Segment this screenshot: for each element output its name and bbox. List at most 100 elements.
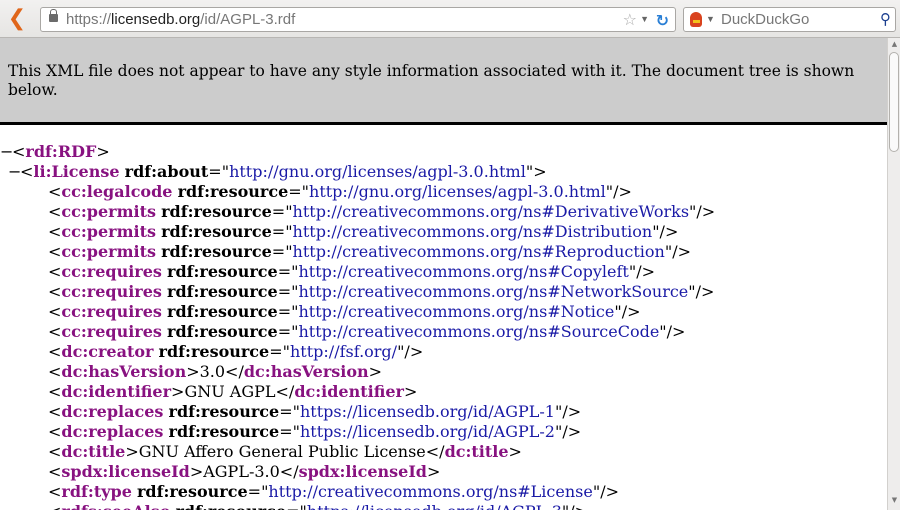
- engine-dropdown-icon[interactable]: ▼: [706, 8, 715, 31]
- punctuation: <: [48, 182, 62, 201]
- lock-icon: [49, 9, 58, 22]
- tag-name: dc:replaces: [61, 402, 164, 421]
- tag-name: dc:hasVersion: [243, 362, 369, 381]
- punctuation: "/>: [605, 182, 632, 201]
- attribute-name: rdf:about: [124, 162, 209, 181]
- collapse-toggle[interactable]: −: [0, 142, 13, 162]
- attribute-name: rdf:resource: [167, 322, 278, 341]
- punctuation: =": [247, 482, 269, 501]
- url-prefix: https://: [66, 11, 112, 28]
- xml-line: −<rdf:RDF>: [0, 142, 887, 162]
- punctuation: "/>: [554, 402, 582, 421]
- punctuation: =": [286, 502, 307, 510]
- xml-line: <cc:permits rdf:resource="http://creativ…: [0, 222, 887, 242]
- tag-name: rdf:type: [61, 482, 132, 501]
- xml-line: <dc:identifier>GNU AGPL</dc:identifier>: [0, 382, 887, 402]
- xml-line: <cc:requires rdf:resource="http://creati…: [0, 322, 887, 342]
- tag-name: cc:permits: [61, 202, 156, 221]
- punctuation: <: [48, 202, 62, 221]
- attribute-value: http://fsf.org/: [290, 342, 398, 361]
- collapse-toggle[interactable]: −: [8, 162, 21, 182]
- tag-name: cc:permits: [61, 242, 156, 261]
- punctuation: >: [96, 142, 110, 161]
- punctuation: <: [48, 422, 62, 441]
- tag-name: dc:identifier: [294, 382, 404, 401]
- xml-line: <dc:title>GNU Affero General Public Lice…: [0, 442, 887, 462]
- tag-name: dc:hasVersion: [61, 362, 187, 381]
- search-box[interactable]: ▼ DuckDuckGo ⚲: [683, 7, 896, 32]
- scroll-up-icon[interactable]: ▲: [889, 40, 900, 52]
- punctuation: =": [271, 222, 293, 241]
- attribute-value: http://creativecommons.org/ns#Notice: [298, 302, 615, 321]
- punctuation: =": [271, 242, 293, 261]
- attribute-name: rdf:resource: [177, 182, 289, 201]
- punctuation: <: [48, 282, 62, 301]
- attribute-value: http://creativecommons.org/ns#Reproducti…: [292, 242, 665, 261]
- attribute-value: https://licensedb.org/id/AGPL-1: [299, 402, 555, 421]
- browser-toolbar: ❮ https://licensedb.org/id/AGPL-3.rdf ☆ …: [0, 0, 900, 38]
- attribute-name: rdf:resource: [167, 262, 278, 281]
- xml-line: <cc:permits rdf:resource="http://creativ…: [0, 242, 887, 262]
- punctuation: <: [48, 382, 62, 401]
- tag-name: cc:requires: [61, 282, 162, 301]
- tag-name: cc:permits: [61, 222, 156, 241]
- punctuation: >: [403, 382, 418, 401]
- punctuation: <: [48, 442, 62, 461]
- punctuation: "/>: [554, 422, 582, 441]
- attribute-value: http://creativecommons.org/ns#Distributi…: [292, 222, 653, 241]
- punctuation: <: [48, 342, 62, 361]
- attribute-name: rdf:resource: [167, 282, 278, 301]
- tag-name: dc:title: [61, 442, 126, 461]
- tag-name: cc:requires: [61, 302, 162, 321]
- punctuation: <: [48, 242, 62, 261]
- punctuation: "/>: [688, 282, 715, 301]
- attribute-name: rdf:resource: [161, 222, 272, 241]
- star-icon[interactable]: ☆: [623, 8, 637, 31]
- punctuation: "/>: [652, 222, 679, 241]
- punctuation: =": [277, 262, 299, 281]
- punctuation: =": [277, 282, 299, 301]
- punctuation: <: [48, 322, 62, 341]
- tag-name: dc:creator: [61, 342, 154, 361]
- vertical-scrollbar[interactable]: ▲ ▼: [887, 38, 900, 510]
- punctuation: "/>: [614, 302, 641, 321]
- scrollbar-thumb[interactable]: [889, 52, 899, 152]
- punctuation: >: [427, 462, 441, 481]
- attribute-name: rdf:resource: [158, 342, 270, 361]
- punctuation: <: [48, 302, 62, 321]
- url-bar[interactable]: https://licensedb.org/id/AGPL-3.rdf ☆ ▼ …: [40, 7, 676, 32]
- punctuation: >AGPL-3.0</: [189, 462, 299, 481]
- search-input[interactable]: DuckDuckGo: [721, 8, 809, 31]
- punctuation: "/>: [397, 342, 424, 361]
- punctuation: ">: [525, 162, 547, 181]
- punctuation: >GNU Affero General Public License</: [125, 442, 445, 461]
- punctuation: "/>: [628, 262, 655, 281]
- attribute-value: https://licensedb.org/id/AGPL-2: [299, 422, 555, 441]
- history-dropdown-icon[interactable]: ▼: [640, 8, 649, 31]
- xml-line: <cc:legalcode rdf:resource="http://gnu.o…: [0, 182, 887, 202]
- xml-line: <dc:replaces rdf:resource="https://licen…: [0, 402, 887, 422]
- xml-line: <rdfs:seeAlso rdf:resource="https://lice…: [0, 502, 887, 510]
- xml-line: <dc:replaces rdf:resource="https://licen…: [0, 422, 887, 442]
- tag-name: cc:legalcode: [61, 182, 173, 201]
- attribute-value: http://creativecommons.org/ns#License: [268, 482, 593, 501]
- magnifier-icon[interactable]: ⚲: [880, 8, 891, 31]
- punctuation: "/>: [689, 202, 716, 221]
- reload-icon[interactable]: ↻: [656, 9, 669, 32]
- xml-line: <rdf:type rdf:resource="http://creativec…: [0, 482, 887, 502]
- xml-line: <spdx:licenseId>AGPL-3.0</spdx:licenseId…: [0, 462, 887, 482]
- url-path: /id/AGPL-3.rdf: [200, 11, 296, 28]
- scroll-down-icon[interactable]: ▼: [889, 496, 900, 508]
- url-host: licensedb.org: [111, 11, 201, 28]
- attribute-name: rdf:resource: [161, 242, 272, 261]
- punctuation: >3.0</: [186, 362, 244, 381]
- punctuation: <: [48, 502, 61, 510]
- tag-name: dc:title: [444, 442, 509, 461]
- punctuation: <: [48, 362, 62, 381]
- duckduckgo-icon[interactable]: [690, 12, 702, 27]
- punctuation: <: [48, 482, 62, 501]
- xml-line: <cc:requires rdf:resource="http://creati…: [0, 282, 887, 302]
- attribute-value: http://creativecommons.org/ns#SourceCode: [298, 322, 660, 341]
- back-arrow-icon[interactable]: ❮: [6, 7, 28, 31]
- attribute-value: http://creativecommons.org/ns#Copyleft: [298, 262, 629, 281]
